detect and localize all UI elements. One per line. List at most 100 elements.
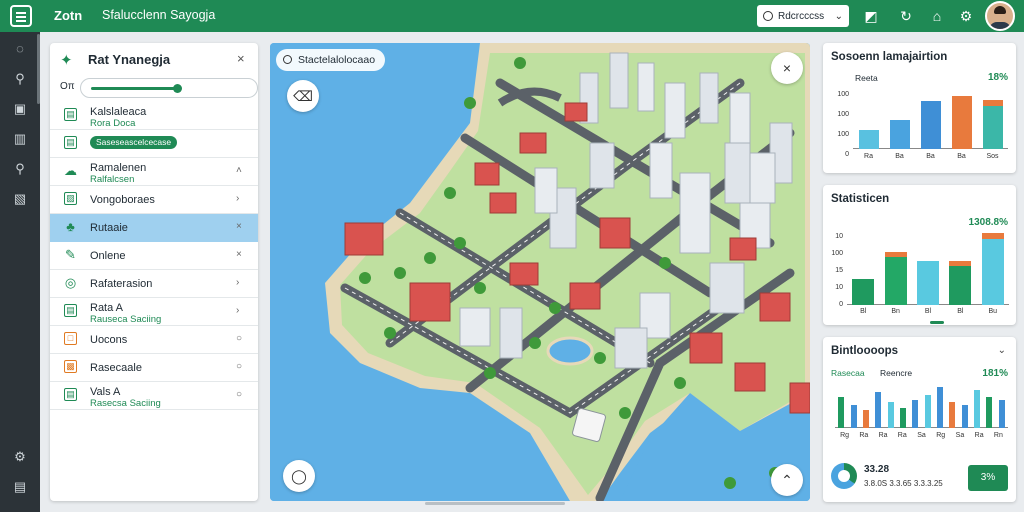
panel2-title: Statisticen	[831, 193, 890, 205]
panel1-bar[interactable]	[951, 100, 972, 149]
layer-action-icon[interactable]: ›	[236, 305, 239, 316]
layer-item[interactable]: ▤ Kalslaleaca Rora Doca	[50, 102, 258, 130]
pin-icon[interactable]: ⚲	[11, 70, 29, 88]
refresh-icon[interactable]: ↻	[897, 7, 915, 25]
layer-item[interactable]: ▨ Vongoboraes ›	[50, 186, 258, 214]
search-dropdown[interactable]: Rdcrcccss ⌄	[757, 5, 849, 27]
panel1-bar[interactable]	[858, 129, 879, 149]
layer-name: Rata A	[90, 302, 124, 314]
panel3-legend-mid: Reencre	[880, 368, 913, 378]
layer-name: Rutaaie	[90, 222, 128, 234]
opacity-slider-handle[interactable]	[172, 84, 182, 93]
settings-icon[interactable]: ⚙	[957, 7, 975, 25]
panel3-bar[interactable]	[862, 410, 869, 428]
layer-item[interactable]: ▩ Rasecaale ○	[50, 354, 258, 382]
panel2-bar[interactable]	[981, 239, 1004, 305]
panel3-stat-value: 33.28	[864, 464, 890, 475]
layers-icon[interactable]: ▣	[11, 100, 29, 118]
layer-action-icon[interactable]: ○	[236, 361, 242, 372]
panel3-title[interactable]: Bintloooops	[831, 345, 898, 357]
globe-icon[interactable]: ◌	[11, 40, 29, 58]
layers-panel: ✦ Rat Ynanegja × Oπ ▤ Kalslaleaca Rora Doc…	[50, 43, 258, 501]
layer-item[interactable]: ☁ Ramalenen Ralfalcsen ˄	[50, 158, 258, 186]
panel3-bar[interactable]	[899, 407, 906, 428]
layer-item[interactable]: ▤ Saseseascelcecase	[50, 130, 258, 158]
info-icon[interactable]: ▧	[11, 190, 29, 208]
search-icon[interactable]: ⚲	[11, 160, 29, 178]
layer-action-icon[interactable]: ›	[236, 193, 239, 204]
panel3-bar[interactable]	[912, 399, 919, 428]
close-icon[interactable]: ×	[771, 52, 803, 84]
statistics-panel: Statisticen 1308.8% 10 100 15 10 0 Bl Bn Bl Bl B…	[823, 185, 1016, 325]
panel3-bar[interactable]	[961, 405, 968, 428]
y-tick-label: 100	[837, 111, 849, 118]
panel1-bar-segment	[951, 95, 972, 101]
panel3-bar[interactable]	[949, 402, 956, 428]
opacity-slider[interactable]	[80, 78, 258, 98]
layer-item[interactable]: ✎ Onlene ×	[50, 242, 258, 270]
layer-item[interactable]: ▤ Rata A Rauseca Saciing ›	[50, 298, 258, 326]
panel3-bar[interactable]	[887, 402, 894, 428]
x-tick-label: Ba	[926, 153, 935, 160]
x-tick-label: Ba	[895, 153, 904, 160]
y-tick-label: 15	[835, 267, 843, 274]
layer-item[interactable]: □ Uocons ○	[50, 326, 258, 354]
panel3-bar[interactable]	[986, 397, 993, 428]
grid-icon: ▤	[64, 304, 77, 317]
measure-icon[interactable]: ⌃	[771, 464, 803, 496]
layer-action-icon[interactable]: ×	[236, 221, 242, 232]
panel2-bar[interactable]	[852, 278, 875, 305]
panel3-stat-sub: 3.8.0S 3.3.65 3.3.3.25	[864, 479, 943, 488]
panel3-bar[interactable]	[850, 405, 857, 428]
home-icon[interactable]: ⌂	[928, 7, 946, 25]
x-tick-label: Rn	[993, 432, 1003, 439]
city-map-canvas[interactable]	[270, 43, 810, 501]
user-avatar[interactable]	[985, 1, 1015, 31]
layer-name: Vals A	[90, 386, 121, 398]
search-label: Rdcrcccss	[778, 10, 825, 22]
layer-action-icon[interactable]: ›	[236, 277, 239, 288]
panel3-bar[interactable]	[875, 392, 882, 428]
panel3-bar[interactable]	[924, 394, 931, 428]
layer-subtitle: Rasecsa Saciing	[90, 398, 161, 409]
square-icon: □	[64, 332, 77, 345]
chart-icon[interactable]: ▥	[11, 130, 29, 148]
table-icon[interactable]: ▤	[11, 478, 29, 496]
status-badge: Saseseascelcecase	[90, 136, 178, 149]
settings-icon[interactable]: ⚙	[11, 448, 29, 466]
close-icon[interactable]: ×	[237, 51, 245, 66]
eraser-icon[interactable]: ⌫	[287, 80, 319, 112]
y-tick-label: 100	[837, 91, 849, 98]
cloud-icon: ☁	[64, 163, 77, 178]
chevron-down-icon[interactable]: ⌄	[998, 345, 1006, 356]
layer-item[interactable]: ◎ Rafaterasion ›	[50, 270, 258, 298]
panel3-baseline	[835, 427, 1008, 428]
comment-icon[interactable]: ◯	[283, 460, 315, 492]
panel3-bar[interactable]	[974, 389, 981, 428]
panel1-bar-segment	[982, 99, 1003, 106]
panel3-bar[interactable]	[838, 397, 845, 428]
panel1-bar[interactable]	[920, 100, 941, 149]
panel1-bar[interactable]	[889, 120, 910, 149]
app-logo-icon[interactable]	[10, 5, 32, 27]
panel1-bar[interactable]	[982, 105, 1003, 149]
y-tick-label: 0	[845, 151, 849, 158]
panel3-bar[interactable]	[998, 399, 1005, 428]
panel2-bar[interactable]	[949, 265, 972, 305]
rail-scrollbar[interactable]	[37, 34, 40, 104]
apply-button[interactable]: 3%	[968, 465, 1008, 491]
layer-item[interactable]: ♣ Rutaaie ×	[50, 214, 258, 242]
panel3-bar[interactable]	[937, 387, 944, 428]
layer-action-icon[interactable]: ○	[236, 333, 242, 344]
panel2-bar[interactable]	[884, 256, 907, 305]
panel2-bar-segment	[981, 233, 1004, 240]
map-view[interactable]: Stactelalolocaao ⌫ × ◯ ⌃	[270, 43, 810, 501]
map-scrollbar[interactable]	[425, 502, 565, 505]
layer-item[interactable]: ▤ Vals A Rasecsa Saciing ○	[50, 382, 258, 410]
layer-action-icon[interactable]: ˄	[236, 165, 242, 176]
layer-action-icon[interactable]: ×	[236, 249, 242, 260]
panel2-bar[interactable]	[917, 261, 939, 305]
map-pin-icon[interactable]: ◩	[862, 7, 880, 25]
layer-action-icon[interactable]: ○	[236, 389, 242, 400]
x-tick-label: Ra	[864, 153, 873, 160]
